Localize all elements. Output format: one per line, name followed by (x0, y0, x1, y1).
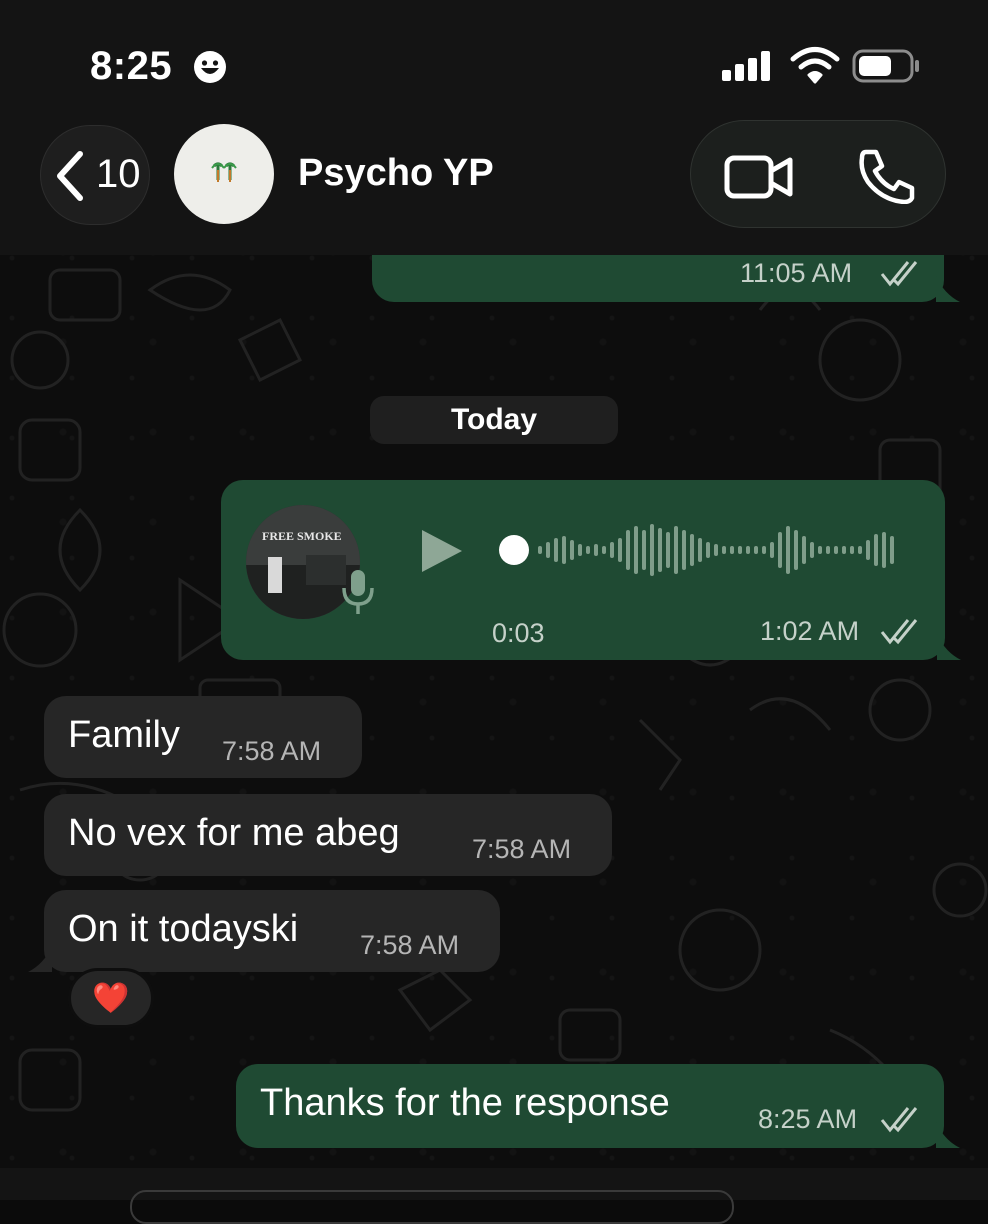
voice-waveform[interactable] (496, 522, 906, 578)
message-time: 8:25 AM (758, 1104, 858, 1134)
message-text: On it todayski (68, 908, 299, 950)
reaction-badge[interactable]: ❤️ (68, 968, 154, 1028)
read-receipt-icon (880, 1107, 918, 1133)
message-text: Family (68, 714, 180, 756)
message-time: 7:58 AM (472, 834, 572, 864)
video-call-icon[interactable] (724, 155, 794, 199)
thumbnail-text: FREE SMOKE (262, 529, 342, 543)
chevron-left-icon (57, 151, 83, 201)
message-text: Thanks for the response (260, 1082, 670, 1124)
heart-reaction: ❤️ (92, 982, 130, 1015)
date-separator: Today (370, 396, 618, 444)
smiley-face-icon (194, 51, 226, 83)
bubble-tail (937, 634, 961, 660)
voice-note-duration: 0:03 (492, 618, 545, 648)
bubble-tail (936, 276, 960, 302)
voice-call-icon[interactable] (858, 148, 916, 204)
unread-count: 10 (96, 152, 141, 196)
message-time: 11:05 AM (740, 258, 853, 288)
read-receipt-icon (880, 261, 918, 287)
bubble-tail (936, 1122, 960, 1148)
message-input-field[interactable] (130, 1190, 734, 1224)
message-time: 7:58 AM (360, 930, 460, 960)
battery-icon (852, 49, 919, 83)
message-time: 7:58 AM (222, 736, 322, 766)
bubble-tail (28, 946, 52, 972)
cellular-signal-icon (722, 51, 770, 81)
microphone-icon (342, 570, 374, 614)
contact-name[interactable]: Psycho YP (298, 152, 494, 195)
read-receipt-icon (880, 619, 918, 645)
status-time: 8:25 (90, 44, 173, 88)
play-icon[interactable] (420, 528, 464, 574)
wifi-icon (790, 47, 840, 84)
palm-trees-icon (211, 162, 237, 182)
avatar[interactable] (174, 124, 274, 224)
message-text: No vex for me abeg (68, 812, 400, 854)
message-time: 1:02 AM (760, 616, 860, 646)
